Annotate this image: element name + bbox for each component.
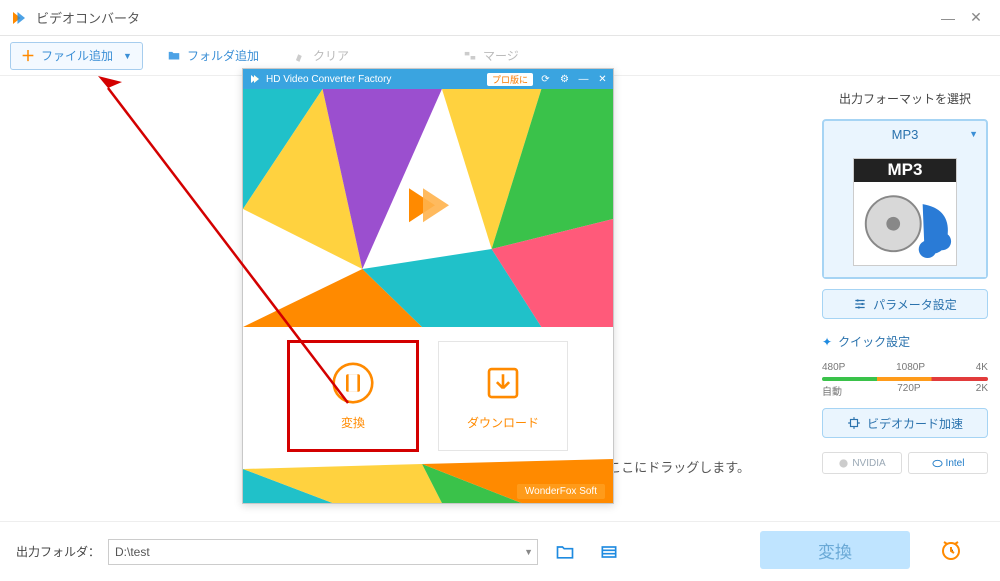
param-settings-button[interactable]: パラメータ設定 xyxy=(822,289,988,319)
close-button[interactable]: ✕ xyxy=(962,4,990,32)
gpu-accel-button[interactable]: ビデオカード加速 xyxy=(822,408,988,438)
splash-refresh-icon[interactable]: ⟳ xyxy=(539,73,552,86)
pro-badge[interactable]: プロ版に xyxy=(487,73,533,86)
splash-titlebar: HD Video Converter Factory プロ版に ⟳ ⚙ — ✕ xyxy=(243,69,613,89)
preset-row-top: 480P 1080P 4K xyxy=(822,362,988,373)
merge-label: マージ xyxy=(483,47,519,64)
splash-settings-icon[interactable]: ⚙ xyxy=(558,73,571,86)
output-format-label: 出力フォーマットを選択 xyxy=(822,90,988,107)
output-folder-value: D:\test xyxy=(115,545,150,559)
param-settings-label: パラメータ設定 xyxy=(873,296,957,313)
splash-convert-label: 変換 xyxy=(341,414,365,431)
open-folder-button[interactable] xyxy=(548,539,582,565)
format-name: MP3 xyxy=(892,127,919,142)
download-icon xyxy=(482,362,524,404)
nvidia-icon xyxy=(838,458,849,469)
add-file-label: ファイル追加 xyxy=(41,47,113,64)
add-folder-button[interactable]: フォルダ追加 xyxy=(157,42,269,70)
splash-title: HD Video Converter Factory xyxy=(266,74,391,85)
clear-button[interactable]: クリア xyxy=(283,42,359,70)
plus-icon: ＋ xyxy=(21,46,35,66)
splash-brand-label: WonderFox Soft xyxy=(517,484,605,499)
add-folder-label: フォルダ追加 xyxy=(187,47,259,64)
folder-open-icon xyxy=(555,542,575,562)
quality-slider[interactable] xyxy=(822,377,988,381)
convert-button[interactable]: 変換 xyxy=(760,531,910,569)
chevron-down-icon: ▼ xyxy=(524,547,533,557)
alarm-clock-icon xyxy=(939,538,963,562)
chevron-down-icon: ▼ xyxy=(969,129,978,139)
preset-row-bottom: 自動 720P 2K xyxy=(822,383,988,398)
splash-footer: WonderFox Soft xyxy=(243,459,613,503)
schedule-button[interactable] xyxy=(932,531,970,569)
film-icon xyxy=(599,542,619,562)
splash-banner xyxy=(243,89,613,327)
output-folder-select[interactable]: D:\test ▼ xyxy=(108,539,538,565)
format-thumbnail: MP3 xyxy=(824,147,986,277)
format-tile-text: MP3 xyxy=(854,159,956,182)
gpu-accel-label: ビデオカード加速 xyxy=(867,415,963,432)
format-selector[interactable]: MP3 ▼ MP3 xyxy=(822,119,988,279)
sliders-icon xyxy=(853,297,867,311)
splash-window: HD Video Converter Factory プロ版に ⟳ ⚙ — ✕ xyxy=(242,68,614,504)
merge-button[interactable]: マージ xyxy=(453,42,529,70)
chevron-down-icon: ▼ xyxy=(123,51,132,61)
broom-icon xyxy=(293,49,307,63)
splash-download-label: ダウンロード xyxy=(467,414,539,431)
splash-logo-icon xyxy=(249,73,261,85)
right-panel: 出力フォーマットを選択 MP3 ▼ MP3 xyxy=(822,90,988,474)
title-bar: ビデオコンバータ — ✕ xyxy=(0,0,1000,36)
splash-actions: 変換 ダウンロード xyxy=(243,341,613,451)
intel-icon xyxy=(932,458,943,469)
splash-close-icon[interactable]: ✕ xyxy=(596,73,609,86)
convert-icon xyxy=(332,362,374,404)
intel-badge: Intel xyxy=(908,452,988,474)
splash-download-button[interactable]: ダウンロード xyxy=(438,341,568,451)
window-title: ビデオコンバータ xyxy=(36,8,934,27)
splash-convert-button[interactable]: 変換 xyxy=(288,341,418,451)
chip-icon xyxy=(847,416,861,430)
gpu-vendor-row: NVIDIA Intel xyxy=(822,452,988,474)
output-folder-label: 出力フォルダ： xyxy=(16,543,100,560)
app-logo-icon xyxy=(10,9,28,27)
nvidia-badge: NVIDIA xyxy=(822,452,902,474)
add-file-button[interactable]: ＋ ファイル追加 ▼ xyxy=(10,42,143,70)
convert-button-label: 変換 xyxy=(818,538,852,563)
splash-minimize-icon[interactable]: — xyxy=(577,73,590,86)
quick-settings-label: ✦ クイック設定 xyxy=(822,333,988,350)
folder-icon xyxy=(167,49,181,63)
wonderfox-logo-icon xyxy=(401,178,455,232)
film-button[interactable] xyxy=(592,539,626,565)
minimize-button[interactable]: — xyxy=(934,4,962,32)
clear-label: クリア xyxy=(313,47,349,64)
merge-icon xyxy=(463,49,477,63)
